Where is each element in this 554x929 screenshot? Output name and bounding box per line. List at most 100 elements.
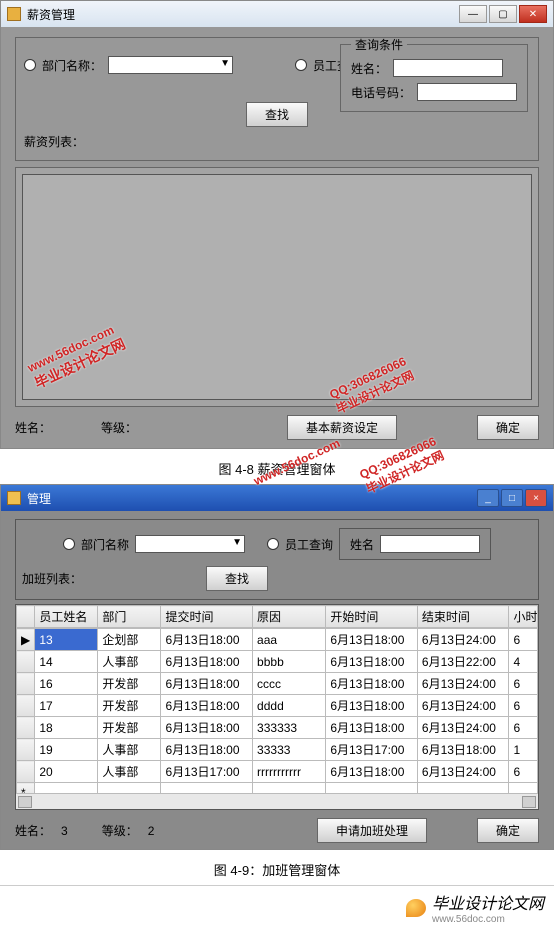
- name-input[interactable]: [393, 59, 503, 77]
- cell[interactable]: 6: [509, 673, 538, 695]
- maximize-button[interactable]: □: [501, 489, 523, 507]
- table-row[interactable]: 20人事部6月13日17:00rrrrrrrrrrr6月13日18:006月13…: [17, 761, 538, 783]
- cell[interactable]: 17: [35, 695, 98, 717]
- row-header[interactable]: [17, 717, 35, 739]
- cell[interactable]: 6月13日18:00: [161, 695, 253, 717]
- cell[interactable]: 6月13日24:00: [417, 629, 509, 651]
- row-header[interactable]: [17, 761, 35, 783]
- cell[interactable]: 19: [35, 739, 98, 761]
- new-row-icon[interactable]: *: [17, 783, 35, 794]
- cell[interactable]: rrrrrrrrrrr: [253, 761, 326, 783]
- cell[interactable]: [98, 783, 161, 794]
- ok-button[interactable]: 确定: [477, 818, 539, 843]
- cell[interactable]: 人事部: [98, 739, 161, 761]
- cell[interactable]: 6月13日18:00: [326, 717, 418, 739]
- cell[interactable]: 18: [35, 717, 98, 739]
- cell[interactable]: 6月13日24:00: [417, 761, 509, 783]
- cell[interactable]: 6月13日22:00: [417, 651, 509, 673]
- cell[interactable]: 6月13日18:00: [326, 761, 418, 783]
- cell[interactable]: 333333: [253, 717, 326, 739]
- cell[interactable]: 6月13日18:00: [161, 739, 253, 761]
- cell[interactable]: [35, 783, 98, 794]
- name-input[interactable]: [380, 535, 480, 553]
- column-header[interactable]: 小时: [509, 606, 538, 628]
- dept-combo[interactable]: [135, 535, 245, 553]
- cell[interactable]: 开发部: [98, 717, 161, 739]
- search-button[interactable]: 查找: [206, 566, 268, 591]
- emp-radio[interactable]: [295, 59, 307, 71]
- dept-radio[interactable]: [24, 59, 36, 71]
- table-row[interactable]: ▶13企划部6月13日18:00aaa6月13日18:006月13日24:006: [17, 629, 538, 651]
- column-header[interactable]: 原因: [253, 606, 326, 628]
- cell[interactable]: 6: [509, 761, 538, 783]
- cell[interactable]: 6月13日18:00: [161, 651, 253, 673]
- cell[interactable]: 14: [35, 651, 98, 673]
- cell[interactable]: aaa: [253, 629, 326, 651]
- cell[interactable]: 6月13日24:00: [417, 695, 509, 717]
- cell[interactable]: 6月13日18:00: [161, 629, 253, 651]
- table-row[interactable]: 16开发部6月13日18:00cccc6月13日18:006月13日24:006: [17, 673, 538, 695]
- cell[interactable]: 开发部: [98, 695, 161, 717]
- close-button[interactable]: ×: [525, 489, 547, 507]
- cell[interactable]: 6月13日24:00: [417, 673, 509, 695]
- cell[interactable]: 1: [509, 739, 538, 761]
- cell[interactable]: 人事部: [98, 761, 161, 783]
- cell[interactable]: cccc: [253, 673, 326, 695]
- grid-scrollbar[interactable]: [16, 793, 538, 809]
- emp-radio[interactable]: [267, 538, 279, 550]
- row-header[interactable]: [17, 695, 35, 717]
- table-row[interactable]: 17开发部6月13日18:00dddd6月13日18:006月13日24:006: [17, 695, 538, 717]
- cell[interactable]: [509, 783, 538, 794]
- cell[interactable]: 6: [509, 717, 538, 739]
- close-button[interactable]: ✕: [519, 5, 547, 23]
- scroll-right-icon[interactable]: [522, 796, 536, 808]
- cell[interactable]: 6月13日18:00: [326, 629, 418, 651]
- maximize-button[interactable]: ▢: [489, 5, 517, 23]
- row-header[interactable]: [17, 673, 35, 695]
- cell[interactable]: 6月13日18:00: [161, 673, 253, 695]
- row-header[interactable]: [17, 651, 35, 673]
- phone-input[interactable]: [417, 83, 517, 101]
- cell[interactable]: 4: [509, 651, 538, 673]
- column-header[interactable]: 部门: [98, 606, 161, 628]
- row-header[interactable]: ▶: [17, 629, 35, 651]
- cell[interactable]: [253, 783, 326, 794]
- minimize-button[interactable]: _: [477, 489, 499, 507]
- cell[interactable]: [161, 783, 253, 794]
- column-header[interactable]: 提交时间: [161, 606, 253, 628]
- cell[interactable]: dddd: [253, 695, 326, 717]
- apply-overtime-button[interactable]: 申请加班处理: [317, 818, 427, 843]
- row-header[interactable]: [17, 739, 35, 761]
- cell[interactable]: [326, 783, 418, 794]
- cell[interactable]: 6月13日18:00: [161, 717, 253, 739]
- cell[interactable]: 13: [35, 629, 98, 651]
- cell[interactable]: 6月13日17:00: [326, 739, 418, 761]
- base-salary-settings-button[interactable]: 基本薪资设定: [287, 415, 397, 440]
- cell[interactable]: 6月13日18:00: [326, 673, 418, 695]
- dept-radio[interactable]: [63, 538, 75, 550]
- minimize-button[interactable]: —: [459, 5, 487, 23]
- salary-list[interactable]: [22, 174, 532, 400]
- cell[interactable]: 6月13日18:00: [326, 651, 418, 673]
- cell[interactable]: 开发部: [98, 673, 161, 695]
- table-row[interactable]: 18开发部6月13日18:003333336月13日18:006月13日24:0…: [17, 717, 538, 739]
- cell[interactable]: 16: [35, 673, 98, 695]
- cell[interactable]: 人事部: [98, 651, 161, 673]
- dept-combo[interactable]: [108, 56, 233, 74]
- cell[interactable]: 6月13日18:00: [417, 739, 509, 761]
- cell[interactable]: 6月13日18:00: [326, 695, 418, 717]
- cell[interactable]: 6月13日24:00: [417, 717, 509, 739]
- ok-button[interactable]: 确定: [477, 415, 539, 440]
- table-row-new[interactable]: *: [17, 783, 538, 794]
- cell[interactable]: [417, 783, 509, 794]
- column-header[interactable]: 开始时间: [326, 606, 418, 628]
- cell[interactable]: 6: [509, 629, 538, 651]
- search-button[interactable]: 查找: [246, 102, 308, 127]
- table-row[interactable]: 19人事部6月13日18:00333336月13日17:006月13日18:00…: [17, 739, 538, 761]
- cell[interactable]: 6: [509, 695, 538, 717]
- scroll-left-icon[interactable]: [18, 796, 32, 808]
- cell[interactable]: 20: [35, 761, 98, 783]
- cell[interactable]: 企划部: [98, 629, 161, 651]
- column-header[interactable]: 结束时间: [417, 606, 509, 628]
- cell[interactable]: bbbb: [253, 651, 326, 673]
